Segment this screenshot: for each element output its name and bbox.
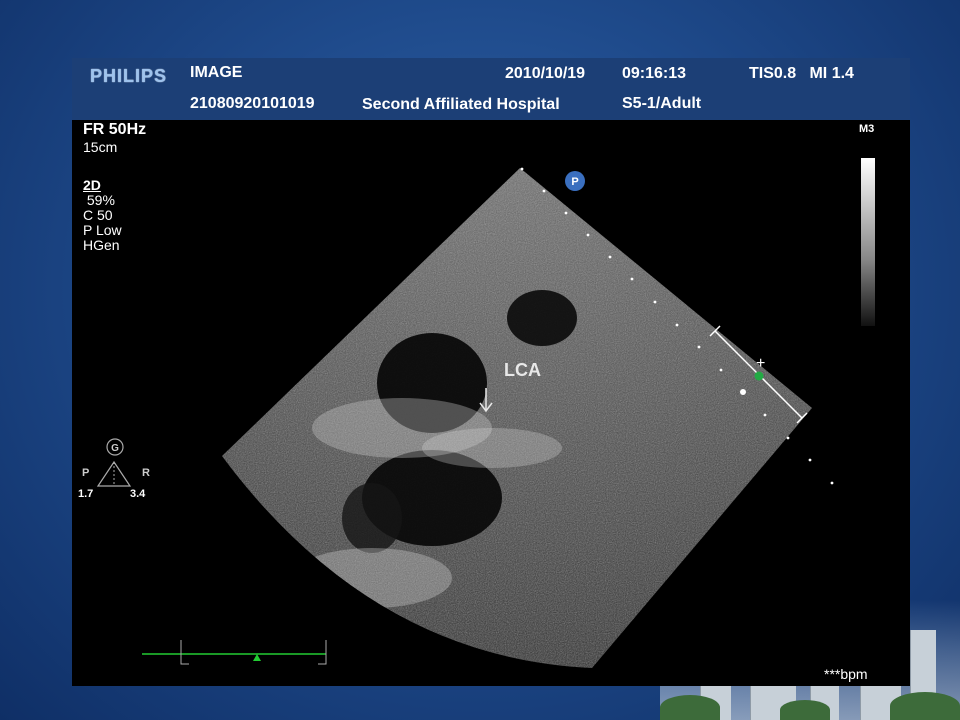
sector-image-overlay: + P LCA G P R 1.7 3.4 (78, 167, 834, 668)
probe-orientation-marker: P (565, 171, 585, 191)
ecg-trace (142, 640, 327, 665)
orientation-r: R (142, 467, 150, 479)
orientation-p: P (82, 467, 89, 479)
orientation-diagram: G P R 1.7 3.4 (78, 438, 150, 500)
orientation-right-val: 3.4 (130, 488, 146, 500)
orientation-left-val: 1.7 (78, 488, 93, 500)
marker-p-label: P (571, 176, 578, 188)
echo-sector (222, 168, 812, 668)
heart-rate: ***bpm (824, 666, 868, 682)
ultrasound-display: PHILIPS IMAGE 2010/10/19 09:16:13 TIS0.8… (72, 58, 910, 686)
svg-text:+: + (756, 355, 765, 372)
orientation-g: G (111, 443, 119, 454)
lca-annotation: LCA (504, 360, 541, 380)
